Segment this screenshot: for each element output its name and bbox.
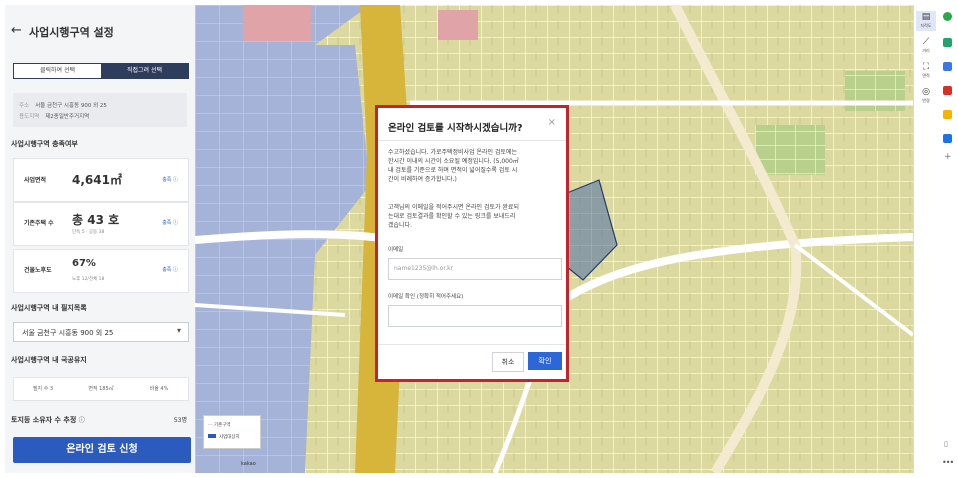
- zoning-row: 용도지역 제2종일반주거지역: [19, 112, 89, 120]
- email-confirm-field[interactable]: [388, 305, 562, 327]
- section-title-area: 사업시행구역 충족여부: [11, 140, 78, 148]
- stat-info-link[interactable]: 충족 ⓘ: [162, 266, 178, 273]
- divider: [378, 344, 566, 345]
- stat-value: 67%: [72, 258, 96, 269]
- address-box: 주소 서울 금천구 시흥동 900 외 25 용도지역 제2종일반주거지역: [13, 93, 187, 127]
- address-value: 서울 금천구 시흥동 900 외 25: [35, 103, 107, 109]
- owner-count-label: 토지등 소유자 수 추정: [11, 416, 77, 424]
- map-legend: — 기존구역 사업대상지: [203, 415, 261, 449]
- state-land-stats: 필지 수 3 면적 185㎡ 비율 4%: [13, 377, 189, 401]
- stat-label: 사업면적: [24, 177, 47, 184]
- state-ratio: 비율 4%: [149, 386, 169, 392]
- parcel-select[interactable]: 서울 금천구 시흥동 900 외 25 ▾: [13, 322, 189, 342]
- chevron-down-icon: ▾: [176, 326, 181, 335]
- apply-online-review-button[interactable]: 온라인 검토 신청: [13, 437, 191, 463]
- parcel-select-value: 서울 금천구 시흥동 900 외 25: [22, 329, 114, 337]
- more-icon[interactable]: •••: [942, 458, 954, 467]
- map-toolbar: ▤ 지적도 ⟋ 거리 ⛶ 면적 ◎ 반경: [913, 5, 938, 473]
- state-parcel-count: 필지 수 3: [32, 386, 54, 392]
- modal-title: 온라인 검토를 시작하시겠습니까?: [388, 123, 523, 134]
- app-window: ← 사업시행구역 설정 클릭하여 선택 직접그려 선택 주소서울 금천구 시흥동…: [5, 5, 950, 473]
- stat-value: 총 43 호: [72, 213, 120, 227]
- target-icon: ◎: [922, 87, 930, 97]
- stat-card-area: 사업면적 4,641㎡ 충족 ⓘ: [13, 158, 189, 202]
- address-key: 주소: [19, 103, 30, 109]
- map-provider-label: kakao: [241, 461, 256, 467]
- panel-header: ← 사업시행구역 설정: [5, 5, 195, 60]
- ruler-icon: ⟋: [922, 37, 930, 47]
- tool-distance[interactable]: ⟋ 거리: [916, 36, 936, 56]
- legend-label: 기존구역: [213, 423, 231, 428]
- confirm-button[interactable]: 확인: [528, 352, 562, 370]
- tool-radius[interactable]: ◎ 반경: [916, 86, 936, 106]
- stat-card-aging: 건물노후도 67% 노후 12/전체 18 충족 ⓘ: [13, 249, 189, 293]
- divider: [378, 140, 566, 141]
- app-keep-icon[interactable]: [943, 110, 952, 119]
- tool-label: 면적: [922, 73, 930, 78]
- tool-area[interactable]: ⛶ 면적: [916, 61, 936, 81]
- stat-sub: 노후 12/전체 18: [72, 277, 105, 282]
- panel-title: 사업시행구역 설정: [29, 26, 114, 39]
- tool-cadastral[interactable]: ▤ 지적도: [916, 11, 936, 31]
- add-app-icon[interactable]: +: [944, 152, 952, 162]
- section-title-parcels: 사업시행구역 내 필지목록: [11, 304, 87, 312]
- state-area: 면적 185㎡: [88, 386, 114, 392]
- email-label: 이메일: [388, 247, 404, 253]
- zoning-key: 용도지역: [19, 114, 40, 120]
- owner-count-row: 토지등 소유자 수 추정 ⓘ 53명: [11, 415, 187, 425]
- red-zone-parcel: [438, 10, 478, 40]
- stat-info-link[interactable]: 충족 ⓘ: [162, 176, 178, 183]
- layers-icon: ▤: [921, 12, 931, 22]
- online-review-modal: 온라인 검토를 시작하시겠습니까? × 수고하셨습니다. 가로주택정비사업 온라…: [375, 105, 569, 382]
- email-field[interactable]: name1235@lh.or.kr: [388, 258, 562, 280]
- legend-row: 사업대상지: [208, 434, 240, 440]
- tool-label: 지적도: [920, 23, 932, 28]
- tool-label: 반경: [922, 98, 930, 103]
- stat-label: 건물노후도: [24, 267, 52, 274]
- address-row: 주소 서울 금천구 시흥동 900 외 25: [19, 101, 107, 109]
- zoning-value: 제2종일반주거지역: [45, 114, 90, 120]
- selection-mode-toggle: 클릭하여 선택 직접그려 선택: [13, 63, 189, 79]
- modal-description: 수고하셨습니다. 가로주택정비사업 온라인 검토에는 한시간 이내의 시간이 소…: [388, 149, 519, 183]
- modal-email-notice: 고객님의 이메일을 적어주시면 온라인 검토가 완료되 는대로 검토결과를 확인…: [388, 204, 519, 229]
- email-confirm-label: 이메일 확인 (정확히 적어주세요): [388, 294, 464, 300]
- draw-select-button[interactable]: 직접그려 선택: [101, 64, 188, 78]
- app-tasks-icon[interactable]: [943, 134, 952, 143]
- sidebar-toggle-icon[interactable]: ▯: [944, 440, 948, 448]
- stat-sub: 단독 5 · 공동 38: [72, 230, 105, 235]
- green-zone-parcel: [755, 125, 825, 175]
- app-sheets-icon[interactable]: [943, 38, 952, 47]
- click-select-button[interactable]: 클릭하여 선택: [14, 64, 101, 78]
- info-icon[interactable]: ⓘ: [79, 417, 85, 424]
- section-title-state: 사업시행구역 내 국공유지: [11, 356, 87, 364]
- app-mail-icon[interactable]: [943, 86, 952, 95]
- legend-row: — 기존구역: [208, 422, 231, 428]
- stat-card-houses: 기존주택 수 총 43 호 단독 5 · 공동 38 충족 ⓘ: [13, 202, 189, 246]
- red-zone-parcel: [243, 5, 311, 41]
- stat-label: 기존주택 수: [24, 220, 54, 227]
- owner-count-value: 53명: [173, 417, 187, 424]
- browser-side-apps: + ▯ •••: [936, 0, 958, 478]
- cancel-button[interactable]: 취소: [492, 352, 524, 372]
- area-icon: ⛶: [922, 62, 930, 72]
- legend-label: 사업대상지: [219, 435, 240, 440]
- stat-info-link[interactable]: 충족 ⓘ: [162, 219, 178, 226]
- close-icon[interactable]: ×: [548, 117, 556, 128]
- stat-value: 4,641㎡: [72, 173, 122, 187]
- back-arrow-icon[interactable]: ←: [11, 23, 22, 38]
- app-calendar-icon[interactable]: [943, 62, 952, 71]
- side-panel: ← 사업시행구역 설정 클릭하여 선택 직접그려 선택 주소서울 금천구 시흥동…: [5, 5, 196, 473]
- app-green-icon[interactable]: [943, 12, 952, 21]
- tool-label: 거리: [922, 48, 930, 53]
- legend-swatch-icon: [208, 434, 216, 438]
